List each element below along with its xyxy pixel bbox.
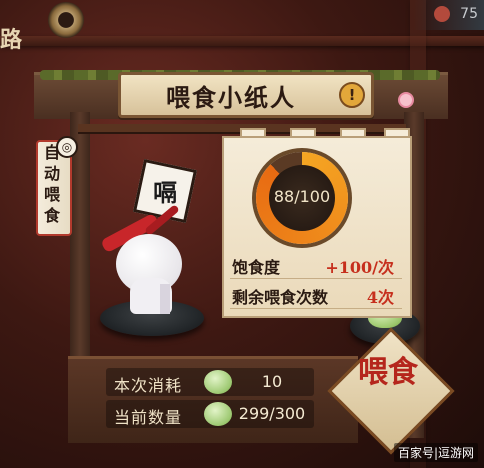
game-scene: 路 75 喂食小纸人 ! 自 动 喂 食 ◎ 嗝 88/100 饱食度 +100… xyxy=(0,0,484,468)
speech-text: 嗝 xyxy=(153,178,178,208)
hud-top-right-number: 75 xyxy=(460,6,478,22)
remaining-label: 剩余喂食次数 xyxy=(232,288,329,307)
auto-feed-toggle[interactable]: 自 动 喂 食 ◎ xyxy=(30,136,78,236)
feed-button-frame xyxy=(327,327,455,455)
watermark: 百家号|逗游网 xyxy=(393,443,478,462)
satiety-gain-row: 饱食度 +100/次 xyxy=(232,254,400,278)
hud-corner-text: 路 xyxy=(0,28,23,53)
cost-label: 本次消耗 xyxy=(114,376,183,395)
feed-button[interactable]: 喂食 xyxy=(327,327,455,455)
quantity-value: 299/300 xyxy=(238,404,306,423)
title-plate: 喂食小纸人 ! xyxy=(118,72,374,118)
rice-cake-icon xyxy=(204,402,232,426)
hud-top-right: 75 xyxy=(414,0,484,30)
cost-value: 10 xyxy=(261,372,283,391)
satiety-gauge-center: 88/100 xyxy=(269,165,335,231)
satiety-gain-value: +100/次 xyxy=(325,258,394,277)
panel-title: 喂食小纸人 xyxy=(166,83,296,112)
map-ring-icon[interactable] xyxy=(48,2,84,38)
resource-icon xyxy=(434,6,450,22)
info-button[interactable]: ! xyxy=(339,82,365,108)
swirl-icon: ◎ xyxy=(56,136,78,158)
quantity-label: 当前数量 xyxy=(114,408,183,427)
divider xyxy=(230,308,402,309)
satiety-value: 88/100 xyxy=(273,187,331,206)
satiety-label: 饱食度 xyxy=(232,258,281,277)
remaining-value: 4次 xyxy=(366,288,394,307)
quantity-row: 当前数量 299/300 xyxy=(106,400,314,428)
doll-sash xyxy=(160,284,170,314)
satiety-gauge: 88/100 xyxy=(256,152,348,244)
divider xyxy=(230,278,402,279)
paper-doll[interactable] xyxy=(100,204,188,316)
rice-cake-icon xyxy=(204,370,232,394)
feed-button-label: 喂食 xyxy=(358,355,418,390)
cost-row: 本次消耗 10 xyxy=(106,368,314,396)
remaining-feeds-row: 剩余喂食次数 4次 xyxy=(232,284,400,308)
cherry-blossom-icon xyxy=(398,92,414,108)
